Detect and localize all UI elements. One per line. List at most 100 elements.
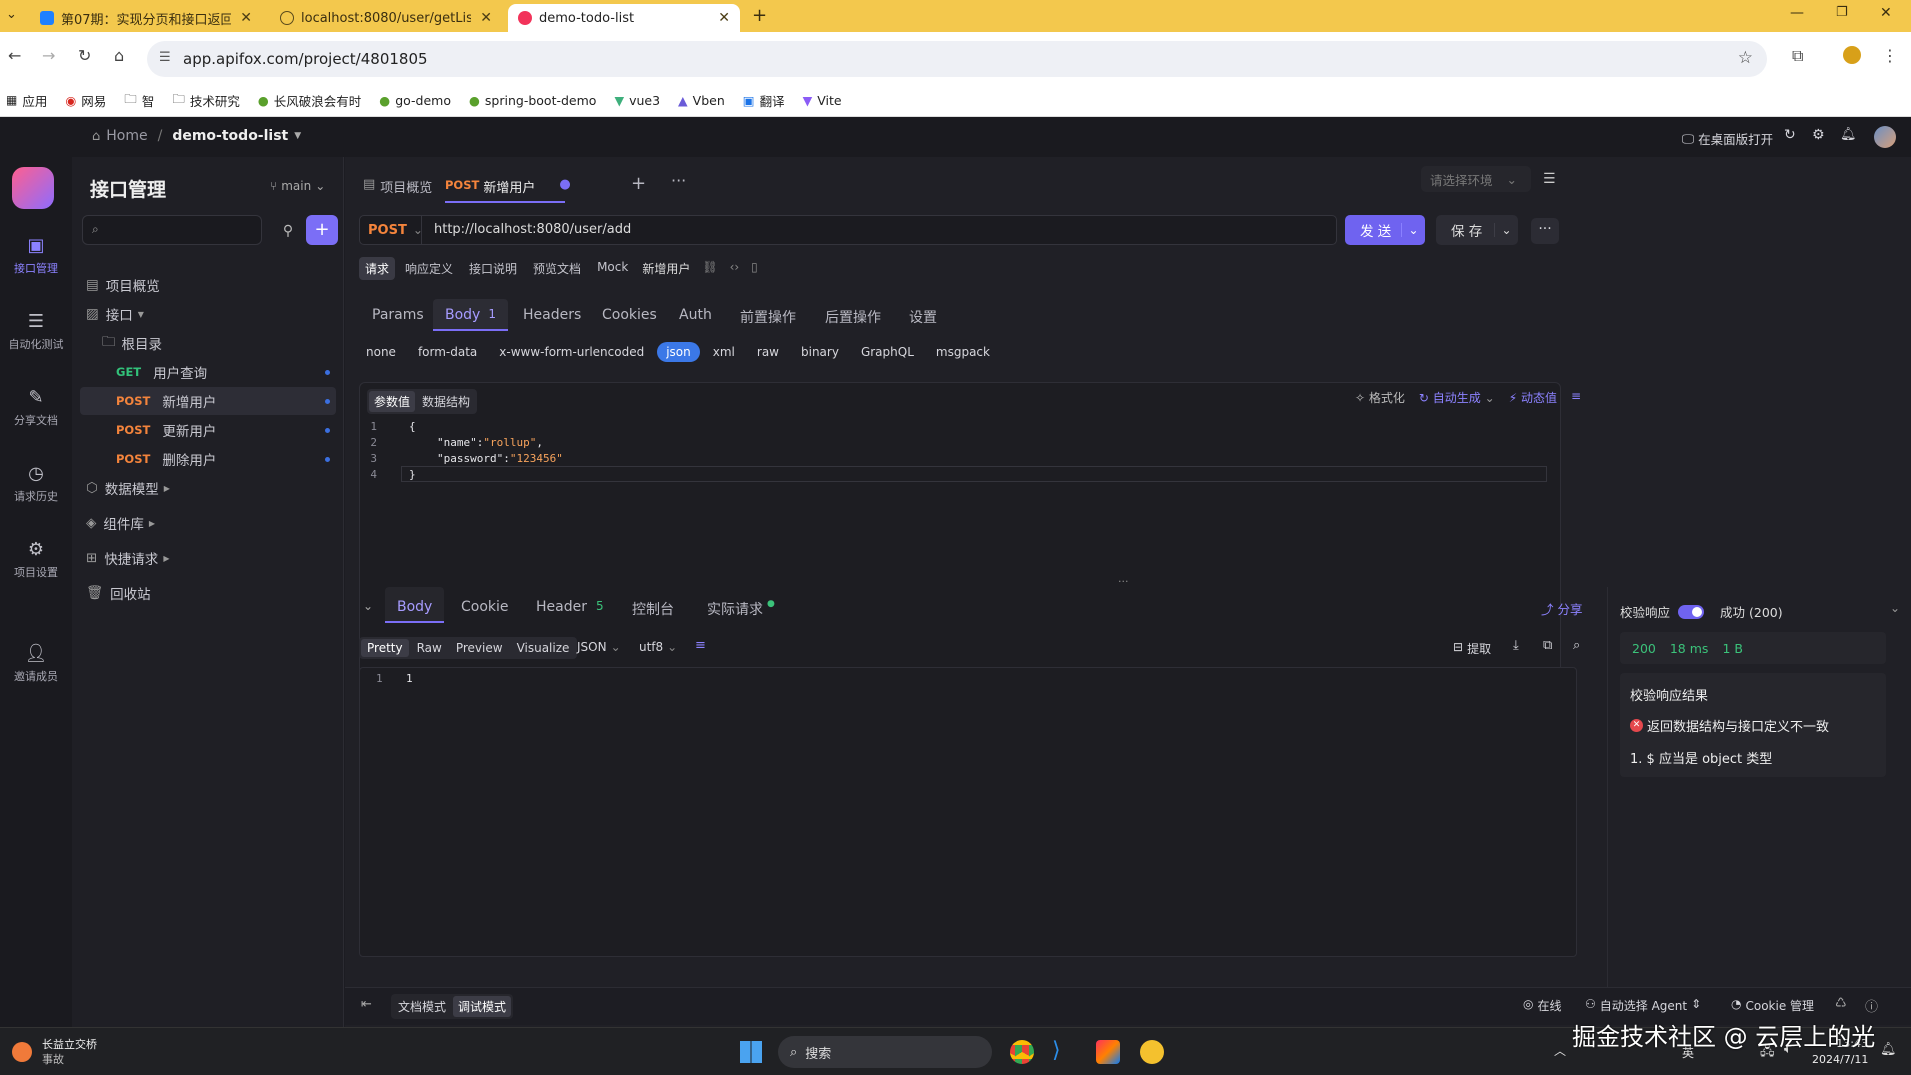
code-icon[interactable]: ‹›	[726, 257, 744, 280]
tab-params[interactable]: Params	[372, 307, 424, 323]
rail-invite[interactable]: 👤︎ 邀请成员	[0, 643, 72, 684]
tree-data-models[interactable]: ⬡ 数据模型 ▶	[72, 474, 344, 502]
format-select[interactable]: JSON ⌄	[577, 640, 621, 654]
tree-overview[interactable]: ▤ 项目概览	[72, 271, 344, 299]
tree-api-delete-user[interactable]: POST 删除用户	[72, 445, 344, 473]
tab-auth[interactable]: Auth	[679, 307, 712, 323]
bookmark-vite[interactable]: ▼ Vite	[803, 93, 842, 108]
rail-automation[interactable]: ☰ 自动化测试	[0, 311, 72, 352]
dynamic-value-button[interactable]: ⚡︎ 动态值	[1509, 389, 1557, 406]
body-type-none[interactable]: none	[357, 342, 405, 362]
validate-toggle[interactable]	[1678, 604, 1705, 619]
rail-share-docs[interactable]: ✎ 分享文档	[0, 387, 72, 428]
resp-tab-header[interactable]: Header 5	[536, 599, 604, 615]
body-type-urlencoded[interactable]: x-www-form-urlencoded	[490, 342, 653, 362]
tree-components[interactable]: ◈ 组件库 ▶	[72, 509, 344, 537]
more-actions-icon[interactable]: ···	[1531, 218, 1559, 244]
bookmark-star-icon[interactable]: ☆	[1738, 48, 1753, 68]
browser-tab-1[interactable]: 第07期：实现分页和接口返回~ ✕	[30, 4, 262, 32]
tray-chevron-icon[interactable]: ︿	[1554, 1042, 1566, 1059]
tab-pre-actions[interactable]: 前置操作	[740, 307, 796, 327]
windows-start-icon[interactable]	[740, 1041, 762, 1063]
chrome-icon[interactable]	[1010, 1040, 1034, 1064]
tree-api-get-users[interactable]: GET 用户查询	[72, 358, 344, 386]
tab-cookies[interactable]: Cookies	[602, 307, 657, 323]
caret-down-icon[interactable]: ▼	[294, 131, 301, 141]
filter-icon[interactable]: ⚲	[274, 217, 302, 245]
omnibox[interactable]: ☰ app.apifox.com/project/4801805 ☆	[147, 41, 1767, 77]
search-icon[interactable]: ⌕	[1573, 638, 1580, 653]
rail-history[interactable]: ◷ 请求历史	[0, 463, 72, 504]
online-status[interactable]: ◎ 在线	[1523, 997, 1562, 1014]
method-select[interactable]: POST ⌄	[360, 216, 423, 244]
tab-overview[interactable]: ▤ 项目概览	[363, 177, 432, 196]
open-desktop-link[interactable]: 🖵 在桌面版打开	[1682, 129, 1773, 148]
collapse-sidebar-icon[interactable]: ⇤	[361, 997, 372, 1012]
bookmark-vue3[interactable]: ▼ vue3	[614, 93, 660, 108]
browser-tab-2[interactable]: localhost:8080/user/getList?p ✕	[270, 4, 502, 32]
menu-icon[interactable]: ☰	[1543, 171, 1556, 187]
subtab-request[interactable]: 请求	[359, 257, 396, 280]
view-preview[interactable]: Preview	[450, 639, 509, 657]
bookmark-spring[interactable]: ● spring-boot-demo	[469, 93, 596, 108]
view-visualize[interactable]: Visualize	[511, 639, 576, 657]
site-info-icon[interactable]: ☰	[159, 50, 171, 65]
help-icon[interactable]: ⓘ	[1865, 996, 1878, 1015]
subtab-response-def[interactable]: 响应定义	[399, 257, 459, 280]
agent-select[interactable]: ⚇ 自动选择 Agent ⇕	[1585, 997, 1701, 1014]
view-pretty[interactable]: Pretty	[361, 639, 409, 657]
debug-mode-tab[interactable]: 调试模式	[453, 996, 512, 1017]
restore-icon[interactable]: ❐	[1836, 5, 1848, 20]
vscode-icon[interactable]: ⟩	[1052, 1038, 1061, 1063]
tree-root-folder[interactable]: 🗀 根目录	[72, 329, 344, 357]
tab-post-actions[interactable]: 后置操作	[825, 307, 881, 327]
branch-selector[interactable]: ⑂ main ⌄	[270, 179, 325, 193]
send-button[interactable]: 发 送 ⌄	[1345, 215, 1425, 245]
resp-tab-actual-request[interactable]: 实际请求 ●	[707, 599, 775, 619]
add-button[interactable]: +	[306, 215, 338, 245]
body-type-msgpack[interactable]: msgpack	[927, 342, 999, 362]
subtab-description[interactable]: 接口说明	[463, 257, 523, 280]
bookmark-vben[interactable]: ▲ Vben	[678, 93, 725, 108]
add-tab-icon[interactable]: +	[631, 173, 646, 194]
environment-select[interactable]: 请选择环境 ⌄	[1421, 166, 1531, 192]
body-params-tab[interactable]: 参数值	[369, 391, 416, 412]
save-button[interactable]: 保 存 ⌄	[1436, 215, 1518, 245]
send-dropdown-icon[interactable]: ⌄	[1401, 223, 1425, 237]
forward-icon[interactable]: →	[42, 46, 55, 65]
extensions-icon[interactable]: ⧉	[1792, 46, 1803, 66]
app-icon[interactable]	[1140, 1040, 1164, 1064]
bookmark-zhi[interactable]: 🗀 智	[124, 90, 154, 111]
body-type-graphql[interactable]: GraphQL	[852, 342, 923, 362]
download-icon[interactable]: ⤓	[1513, 638, 1519, 653]
profile-avatar-icon[interactable]	[1843, 46, 1861, 64]
rail-project-settings[interactable]: ⚙ 项目设置	[0, 539, 72, 580]
auto-generate-button[interactable]: ↻ 自动生成 ⌄	[1419, 389, 1495, 406]
tree-quick-request[interactable]: ⊞ 快捷请求 ▶	[72, 544, 344, 572]
share-button[interactable]: ⤴ 分享	[1541, 599, 1583, 618]
bookmark-wangyi[interactable]: ◉ 网易	[65, 91, 106, 110]
collapse-response-icon[interactable]: ⌄	[363, 599, 373, 613]
body-type-xml[interactable]: xml	[704, 342, 744, 362]
resp-tab-cookie[interactable]: Cookie	[461, 599, 509, 615]
view-raw[interactable]: Raw	[411, 639, 448, 657]
bookmark-changfeng[interactable]: ● 长风破浪会有时	[258, 91, 361, 110]
reload-icon[interactable]: ↻	[78, 46, 91, 65]
tab-settings[interactable]: 设置	[909, 307, 937, 327]
resp-tab-body[interactable]: Body	[385, 587, 445, 623]
validate-result-select[interactable]: 成功 (200)	[1720, 602, 1783, 621]
tree-recycle-bin[interactable]: 🗑︎ 回收站	[72, 579, 344, 607]
settings-gear-icon[interactable]: ⚙	[1812, 127, 1825, 143]
tab-search-icon[interactable]: ⌄	[6, 7, 17, 22]
extract-button[interactable]: ⊟ 提取	[1453, 640, 1491, 657]
tree-interfaces[interactable]: ▨ 接口 ▼	[72, 300, 344, 328]
body-schema-tab[interactable]: 数据结构	[417, 391, 475, 412]
copy-icon[interactable]: ⧉	[1543, 638, 1552, 653]
wrap-icon[interactable]: ≡	[1571, 389, 1581, 406]
chevron-down-icon[interactable]: ⌄	[1890, 601, 1900, 615]
wrap-icon[interactable]: ≡	[695, 638, 706, 653]
body-type-binary[interactable]: binary	[792, 342, 848, 362]
back-icon[interactable]: ←	[8, 46, 21, 65]
doc-mode-tab[interactable]: 文档模式	[393, 996, 451, 1017]
bookmark-tech[interactable]: 🗀 技术研究	[172, 90, 240, 111]
